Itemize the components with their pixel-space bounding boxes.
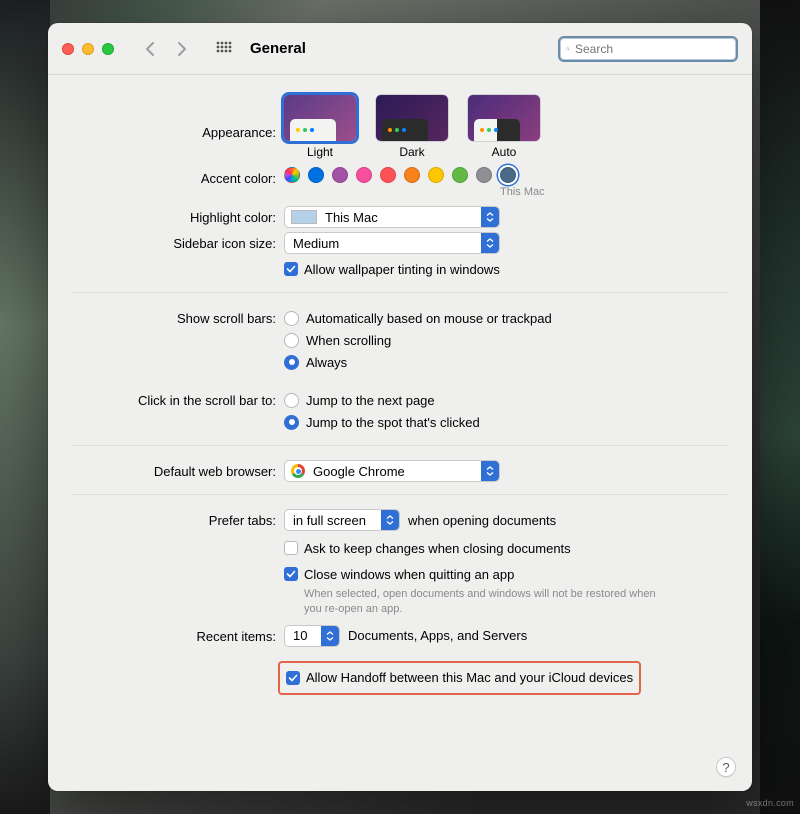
appearance-option-light[interactable]: Light — [284, 95, 356, 159]
highlight-swatch-icon — [291, 210, 317, 224]
back-button[interactable] — [140, 42, 160, 56]
ask-keep-label: Ask to keep changes when closing documen… — [304, 541, 571, 556]
appearance-option-auto[interactable]: Auto — [468, 95, 540, 159]
chevron-updown-icon — [481, 207, 499, 227]
appearance-light-label: Light — [307, 145, 333, 159]
accent-swatch-green[interactable] — [452, 167, 468, 183]
highlight-value: This Mac — [317, 210, 481, 225]
click-scrollbar-label: Click in the scroll bar to: — [72, 389, 284, 408]
chevron-updown-icon — [321, 626, 339, 646]
search-input[interactable] — [575, 42, 730, 56]
prefer-tabs-value: in full screen — [285, 513, 381, 528]
scrollbars-radio-auto[interactable]: Automatically based on mouse or trackpad — [284, 307, 552, 329]
appearance-option-dark[interactable]: Dark — [376, 95, 448, 159]
checkbox-icon — [284, 567, 298, 581]
accent-swatch-orange[interactable] — [404, 167, 420, 183]
radio-icon — [284, 333, 299, 348]
accent-label: Accent color: — [72, 167, 284, 186]
appearance-label: Appearance: — [72, 95, 284, 140]
accent-hint: This Mac — [500, 186, 545, 198]
checkbox-icon — [284, 262, 298, 276]
scrollbars-radio-always[interactable]: Always — [284, 351, 347, 373]
divider — [72, 445, 728, 446]
close-icon[interactable] — [62, 43, 74, 55]
desktop-wallpaper-right — [760, 0, 800, 814]
radio-icon — [284, 415, 299, 430]
prefer-tabs-select[interactable]: in full screen — [284, 509, 400, 531]
help-button[interactable]: ? — [716, 757, 736, 777]
accent-swatch-pink[interactable] — [356, 167, 372, 183]
divider — [72, 494, 728, 495]
recent-items-value: 10 — [285, 628, 321, 643]
browser-label: Default web browser: — [72, 460, 284, 479]
chevron-updown-icon — [481, 233, 499, 253]
radio-icon — [284, 311, 299, 326]
highlight-label: Highlight color: — [72, 206, 284, 225]
recent-items-suffix: Documents, Apps, and Servers — [348, 628, 527, 643]
light-thumbnail-icon — [284, 95, 356, 141]
chevron-updown-icon — [381, 510, 399, 530]
dark-thumbnail-icon — [376, 95, 448, 141]
scrollbars-radio-scrolling[interactable]: When scrolling — [284, 329, 391, 351]
window-title: General — [250, 40, 306, 57]
recent-items-label: Recent items: — [72, 625, 284, 644]
accent-swatch-red[interactable] — [380, 167, 396, 183]
sidebar-size-label: Sidebar icon size: — [72, 232, 284, 251]
recent-items-select[interactable]: 10 — [284, 625, 340, 647]
chevron-updown-icon — [481, 461, 499, 481]
appearance-dark-label: Dark — [399, 145, 424, 159]
accent-swatch-multicolor[interactable] — [284, 167, 300, 183]
accent-swatch-graphite[interactable] — [476, 167, 492, 183]
window-toolbar: General — [48, 23, 752, 75]
accent-swatch-purple[interactable] — [332, 167, 348, 183]
desktop-wallpaper-left — [0, 0, 50, 814]
prefer-tabs-suffix: when opening documents — [408, 513, 556, 528]
browser-select[interactable]: Google Chrome — [284, 460, 500, 482]
ask-keep-checkbox[interactable]: Ask to keep changes when closing documen… — [284, 537, 571, 559]
handoff-checkbox[interactable]: Allow Handoff between this Mac and your … — [286, 667, 633, 689]
close-windows-subtext: When selected, open documents and window… — [304, 587, 674, 617]
nav-group — [140, 42, 192, 56]
accent-swatch-thismac[interactable] — [500, 167, 516, 183]
handoff-label: Allow Handoff between this Mac and your … — [306, 670, 633, 685]
preferences-window: General Appearance: Light Dark — [48, 23, 752, 791]
forward-button[interactable] — [172, 42, 192, 56]
accent-color-row — [284, 167, 516, 183]
search-field[interactable] — [558, 36, 738, 62]
accent-swatch-yellow[interactable] — [428, 167, 444, 183]
auto-thumbnail-icon — [468, 95, 540, 141]
wallpaper-tint-label: Allow wallpaper tinting in windows — [304, 262, 500, 277]
window-controls — [62, 43, 114, 55]
sidebar-size-value: Medium — [285, 236, 481, 251]
highlight-color-select[interactable]: This Mac — [284, 206, 500, 228]
click-scrollbar-radio-clicked[interactable]: Jump to the spot that's clicked — [284, 411, 480, 433]
prefer-tabs-label: Prefer tabs: — [72, 509, 284, 528]
close-windows-label: Close windows when quitting an app — [304, 567, 514, 582]
divider — [72, 292, 728, 293]
sidebar-size-select[interactable]: Medium — [284, 232, 500, 254]
close-windows-checkbox[interactable]: Close windows when quitting an app — [284, 563, 514, 585]
handoff-highlight: Allow Handoff between this Mac and your … — [278, 661, 641, 695]
show-all-button[interactable] — [216, 41, 232, 57]
click-scrollbar-radio-nextpage[interactable]: Jump to the next page — [284, 389, 435, 411]
radio-icon — [284, 355, 299, 370]
watermark-text: wsxdn.com — [746, 798, 794, 808]
zoom-icon[interactable] — [102, 43, 114, 55]
scrollbars-label: Show scroll bars: — [72, 307, 284, 326]
browser-value: Google Chrome — [305, 464, 481, 479]
checkbox-icon — [284, 541, 298, 555]
accent-swatch-blue[interactable] — [308, 167, 324, 183]
chrome-icon — [291, 464, 305, 478]
checkbox-icon — [286, 671, 300, 685]
wallpaper-tint-checkbox[interactable]: Allow wallpaper tinting in windows — [284, 258, 500, 280]
appearance-auto-label: Auto — [492, 145, 517, 159]
radio-icon — [284, 393, 299, 408]
search-icon — [566, 43, 570, 55]
minimize-icon[interactable] — [82, 43, 94, 55]
